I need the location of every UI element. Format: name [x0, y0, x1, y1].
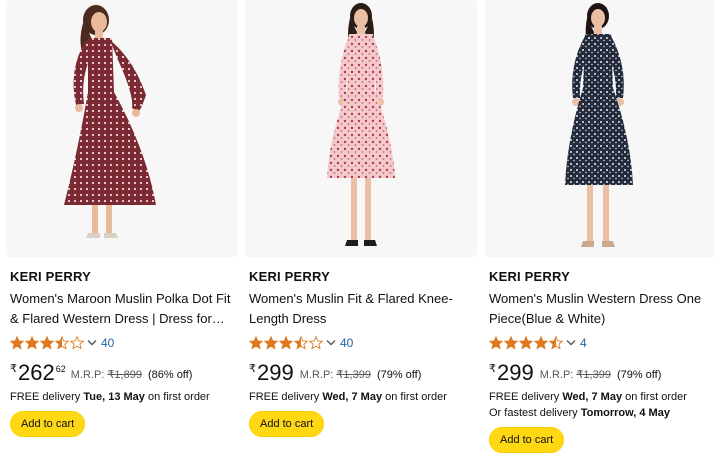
delivery-suffix: on first order — [625, 391, 687, 403]
rating-row: 4 — [489, 335, 713, 351]
price: ₹ 262 62 — [10, 362, 66, 384]
rating-count-link[interactable]: 40 — [101, 336, 114, 350]
star-icon — [294, 336, 308, 350]
star-icon — [504, 336, 518, 350]
product-card: KERI PERRY Women's Muslin Western Dress … — [485, 0, 714, 458]
product-image[interactable] — [485, 0, 714, 257]
star-icon — [309, 336, 323, 350]
rating-row: 40 — [249, 335, 473, 351]
delivery-prefix: FREE delivery — [10, 391, 81, 403]
price-whole: 299 — [257, 360, 294, 385]
star-icon — [549, 336, 563, 350]
product-title-link[interactable]: Women's Maroon Muslin Polka Dot Fit & Fl… — [10, 289, 234, 329]
delivery-info: FREE delivery Wed, 7 May on first order — [249, 389, 473, 405]
mrp: M.R.P: ₹1,399 — [300, 368, 371, 381]
product-grid: KERI PERRY Women's Maroon Muslin Polka D… — [0, 0, 714, 458]
product-card: KERI PERRY Women's Muslin Fit & Flared K… — [245, 0, 477, 458]
product-image[interactable] — [6, 0, 238, 257]
product-brand: KERI PERRY — [10, 269, 91, 284]
delivery-info: FREE delivery Wed, 7 May on first order … — [489, 389, 713, 421]
star-icon — [489, 336, 503, 350]
chevron-down-icon[interactable] — [566, 339, 576, 347]
price: ₹ 299 — [489, 362, 535, 384]
price-fraction: 62 — [55, 364, 66, 374]
price-row: ₹ 299 M.R.P: ₹1,399 (79% off) — [489, 358, 713, 384]
mrp-value: ₹1,399 — [576, 369, 611, 381]
rating-count-link[interactable]: 40 — [340, 336, 353, 350]
mrp-label: M.R.P: — [299, 369, 334, 381]
delivery-info: FREE delivery Tue, 13 May on first order — [10, 389, 234, 405]
delivery-prefix: FREE delivery — [249, 391, 320, 403]
rating-row: 40 — [10, 335, 234, 351]
chevron-down-icon[interactable] — [326, 339, 336, 347]
price-whole: 299 — [497, 360, 534, 385]
price-row: ₹ 262 62 M.R.P: ₹1,899 (86% off) — [10, 358, 234, 384]
star-icon — [534, 336, 548, 350]
maroon-dress-image — [64, 5, 156, 238]
product-image[interactable] — [245, 0, 477, 257]
currency-symbol: ₹ — [489, 363, 496, 375]
star-icon — [25, 336, 39, 350]
star-icon — [519, 336, 533, 350]
product-card: KERI PERRY Women's Maroon Muslin Polka D… — [6, 0, 238, 458]
discount-percent: (79% off) — [616, 369, 662, 381]
pink-floral-dress-image — [327, 3, 395, 246]
currency-symbol: ₹ — [10, 363, 17, 375]
delivery-date: Wed, 7 May — [562, 391, 623, 403]
chevron-down-icon[interactable] — [87, 339, 97, 347]
add-to-cart-button[interactable]: Add to cart — [10, 411, 86, 437]
rating-count-link[interactable]: 4 — [580, 336, 587, 350]
product-brand: KERI PERRY — [249, 269, 330, 284]
mrp-value: ₹1,399 — [336, 369, 371, 381]
star-icon — [40, 336, 54, 350]
delivery-suffix: on first order — [147, 391, 210, 403]
star-rating[interactable] — [10, 336, 85, 350]
star-icon — [279, 336, 293, 350]
delivery-date: Wed, 7 May — [322, 391, 383, 403]
price-row: ₹ 299 M.R.P: ₹1,399 (79% off) — [249, 358, 473, 384]
add-to-cart-button[interactable]: Add to cart — [249, 411, 325, 437]
mrp-label: M.R.P: — [70, 369, 105, 381]
product-title-link[interactable]: Women's Muslin Fit & Flared Knee-Length … — [249, 289, 473, 329]
delivery-date: Tue, 13 May — [83, 391, 145, 403]
navy-print-dress-image — [565, 3, 633, 247]
mrp-label: M.R.P: — [539, 369, 574, 381]
star-icon — [264, 336, 278, 350]
star-rating[interactable] — [249, 336, 324, 350]
product-title-link[interactable]: Women's Muslin Western Dress One Piece(B… — [489, 289, 713, 329]
star-icon — [10, 336, 24, 350]
mrp-value: ₹1,899 — [107, 369, 142, 381]
fastest-delivery-prefix: Or fastest delivery — [489, 407, 578, 419]
mrp: M.R.P: ₹1,899 — [71, 368, 142, 381]
delivery-suffix: on first order — [385, 391, 447, 403]
star-icon — [249, 336, 263, 350]
price: ₹ 299 — [249, 362, 295, 384]
discount-percent: (86% off) — [147, 369, 193, 381]
price-whole: 262 — [18, 360, 55, 385]
star-icon — [70, 336, 84, 350]
add-to-cart-button[interactable]: Add to cart — [489, 427, 565, 453]
mrp: M.R.P: ₹1,399 — [540, 368, 611, 381]
product-brand: KERI PERRY — [489, 269, 570, 284]
delivery-prefix: FREE delivery — [489, 391, 560, 403]
fastest-delivery-date: Tomorrow, 4 May — [580, 407, 670, 419]
discount-percent: (79% off) — [376, 369, 422, 381]
star-icon — [55, 336, 69, 350]
currency-symbol: ₹ — [249, 363, 256, 375]
star-rating[interactable] — [489, 336, 564, 350]
